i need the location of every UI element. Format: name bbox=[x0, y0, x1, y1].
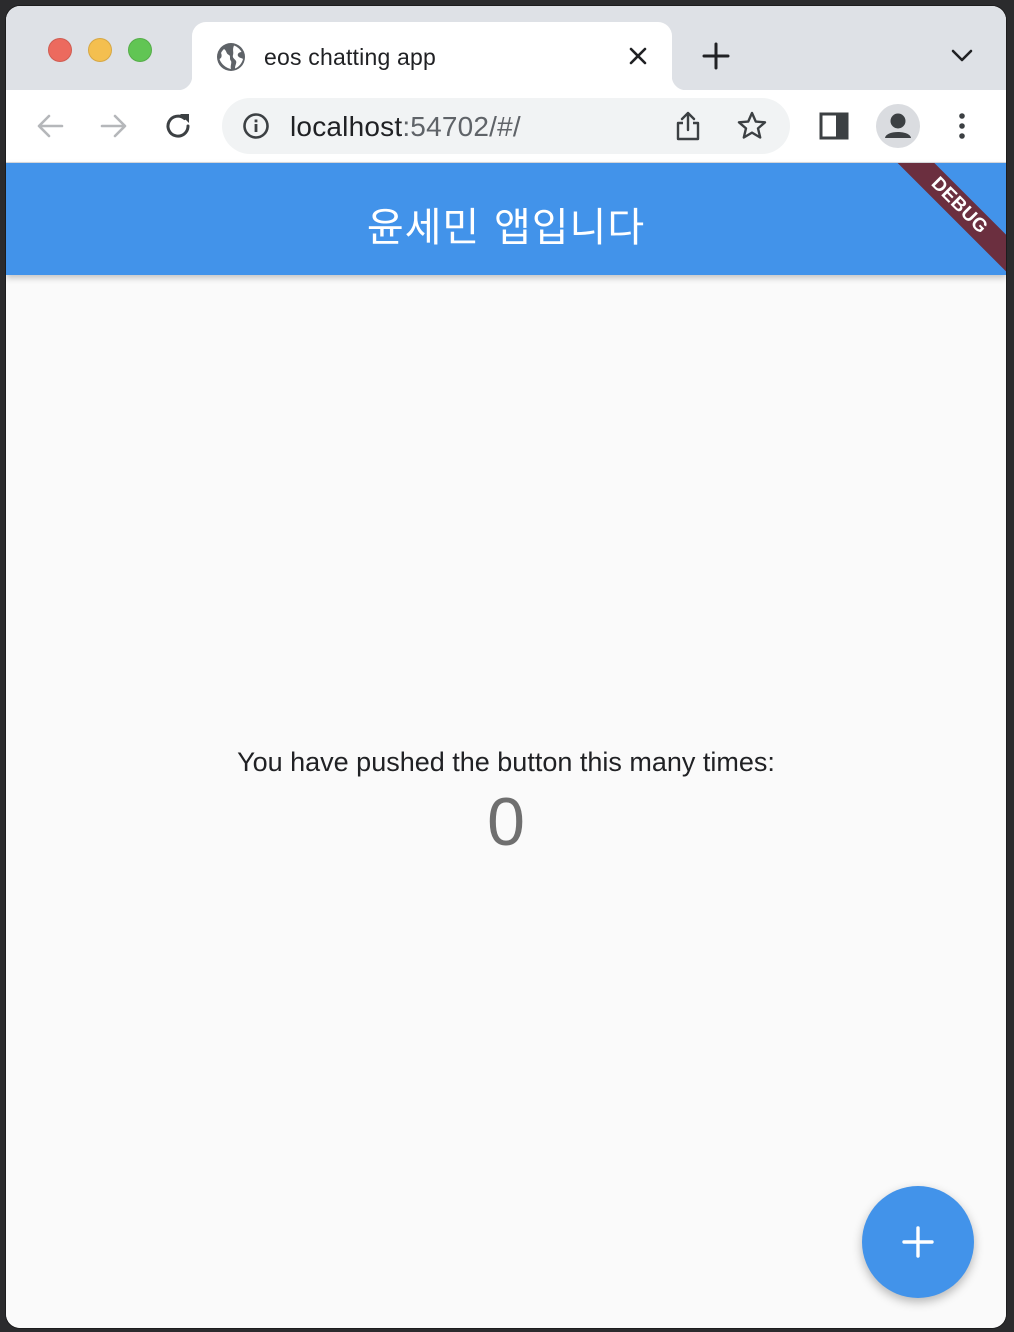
browser-window: eos chatting app localhost:54702/#/ 윤세민 … bbox=[6, 6, 1006, 1328]
tab-search-button[interactable] bbox=[950, 46, 974, 66]
url-text[interactable]: localhost:54702/#/ bbox=[290, 111, 521, 143]
forward-button[interactable] bbox=[98, 110, 130, 142]
browser-toolbar: localhost:54702/#/ bbox=[6, 90, 1006, 163]
tab-title: eos chatting app bbox=[264, 44, 436, 70]
counter-value: 0 bbox=[487, 784, 525, 860]
side-panel-button[interactable] bbox=[818, 110, 850, 142]
address-bar[interactable]: localhost:54702/#/ bbox=[222, 98, 790, 154]
profile-avatar[interactable] bbox=[876, 104, 920, 148]
app-body: You have pushed the button this many tim… bbox=[6, 275, 1006, 1328]
increment-fab[interactable] bbox=[862, 1186, 974, 1298]
plus-icon bbox=[902, 1226, 934, 1258]
arrow-right-icon bbox=[100, 114, 127, 138]
app-bar-title: 윤세민 앱입니다 bbox=[366, 205, 646, 251]
debug-banner-label: DEBUG bbox=[889, 163, 1006, 276]
side-panel-icon bbox=[819, 112, 849, 140]
window-close-button[interactable] bbox=[48, 38, 72, 62]
more-vert-icon bbox=[959, 113, 965, 139]
info-icon[interactable] bbox=[242, 112, 270, 140]
close-icon[interactable] bbox=[626, 44, 650, 68]
arrow-left-icon bbox=[37, 114, 64, 138]
person-icon bbox=[885, 113, 911, 138]
window-minimize-button[interactable] bbox=[88, 38, 112, 62]
tab-strip: eos chatting app bbox=[6, 6, 1006, 90]
chevron-down-icon bbox=[951, 49, 973, 62]
reload-icon bbox=[166, 114, 190, 138]
browser-menu-button[interactable] bbox=[946, 110, 978, 142]
browser-tab[interactable]: eos chatting app bbox=[178, 22, 686, 90]
window-maximize-button[interactable] bbox=[128, 38, 152, 62]
globe-icon bbox=[216, 42, 246, 72]
app-bar: 윤세민 앱입니다 bbox=[6, 163, 1006, 275]
url-host: localhost bbox=[290, 111, 403, 142]
share-icon[interactable] bbox=[674, 110, 702, 142]
counter-label: You have pushed the button this many tim… bbox=[237, 747, 775, 777]
bookmark-star-icon[interactable] bbox=[736, 110, 768, 142]
new-tab-button[interactable] bbox=[700, 40, 732, 72]
reload-button[interactable] bbox=[162, 110, 194, 142]
plus-icon bbox=[702, 42, 730, 70]
debug-banner: DEBUG bbox=[886, 163, 1006, 283]
back-button[interactable] bbox=[34, 110, 66, 142]
url-path: :54702/#/ bbox=[402, 111, 521, 142]
